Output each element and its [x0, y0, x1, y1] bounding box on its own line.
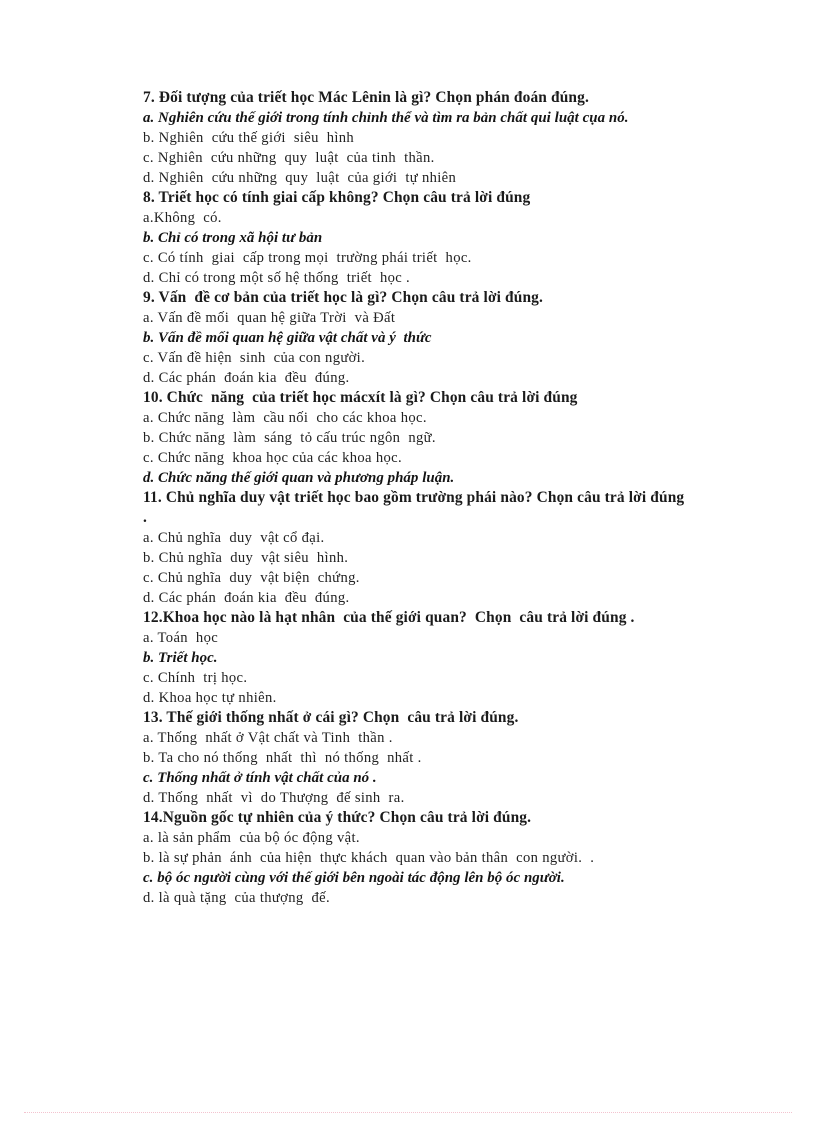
- answer-option: d. Khoa học tự nhiên.: [143, 690, 277, 706]
- answer-option: c. Vấn đề hiện sinh của con người.: [143, 350, 366, 366]
- document-page: 7. Đối tượng của triết học Mác Lênin là …: [0, 0, 816, 1123]
- question-stem: 11. Chủ nghĩa duy vật triết học bao gồm …: [143, 489, 689, 526]
- answer-option: a. Chức năng làm cầu nối cho các khoa họ…: [143, 410, 427, 426]
- answer-option: d. Chỉ có trong một số hệ thống triết họ…: [143, 270, 411, 286]
- answer-option: c. Có tính giai cấp trong mọi trường phá…: [143, 250, 472, 266]
- answer-option: b. Chức năng làm sáng tỏ cấu trúc ngôn n…: [143, 430, 436, 446]
- question-stem: 13. Thế giới thống nhất ở cái gì? Chọn c…: [143, 709, 519, 726]
- answer-option: b. Nghiên cứu thế giới siêu hình: [143, 130, 355, 146]
- answer-option: c. Chủ nghĩa duy vật biện chứng.: [143, 570, 360, 586]
- answer-option-correct: b. Vấn đề mối quan hệ giữa vật chất và ý…: [143, 330, 432, 346]
- answer-option: d. là quà tặng của thượng đế.: [143, 890, 330, 906]
- answer-option-correct: d. Chức năng thế giới quan và phương phá…: [143, 470, 455, 486]
- document-text-body: 7. Đối tượng của triết học Mác Lênin là …: [143, 88, 691, 908]
- answer-option-correct: a. Nghiên cứu thế giới trong tính chỉnh …: [143, 110, 629, 126]
- answer-option: d. Thống nhất vì do Thượng đế sinh ra.: [143, 790, 405, 806]
- footer-divider-rule: [24, 1112, 792, 1114]
- answer-option: d. Các phán đoán kia đều đúng.: [143, 590, 350, 606]
- answer-option: a. Toán học: [143, 630, 219, 646]
- question-stem: 9. Vấn đề cơ bản của triết học là gì? Ch…: [143, 289, 544, 306]
- answer-option: b. là sự phản ánh của hiện thực khách qu…: [143, 850, 595, 866]
- answer-option: c. Chính trị học.: [143, 670, 248, 686]
- question-stem: 7. Đối tượng của triết học Mác Lênin là …: [143, 89, 589, 106]
- answer-option: a. Vấn đề mối quan hệ giữa Trời và Đất: [143, 310, 396, 326]
- answer-option-correct: c. bộ óc người cùng với thế giới bên ngo…: [143, 870, 565, 886]
- question-stem: 10. Chức năng của triết học mácxít là gì…: [143, 389, 578, 406]
- answer-option: c. Chức năng khoa học của các khoa học.: [143, 450, 402, 466]
- answer-option: c. Nghiên cứu những quy luật của tinh th…: [143, 150, 435, 166]
- question-stem: 12.Khoa học nào là hạt nhân của thế giới…: [143, 609, 635, 626]
- answer-option: a. là sản phẩm của bộ óc động vật.: [143, 830, 360, 846]
- answer-option-correct: b. Triết học.: [143, 650, 218, 666]
- answer-option: a.Không có.: [143, 210, 222, 226]
- answer-option-correct: b. Chỉ có trong xã hội tư bản: [143, 230, 323, 246]
- answer-option: a. Thống nhất ở Vật chất và Tinh thần .: [143, 730, 393, 746]
- answer-option: a. Chủ nghĩa duy vật cổ đại.: [143, 530, 325, 546]
- answer-option: b. Chủ nghĩa duy vật siêu hình.: [143, 550, 349, 566]
- question-stem: 8. Triết học có tính giai cấp không? Chọ…: [143, 189, 531, 206]
- answer-option: b. Ta cho nó thống nhất thì nó thống nhấ…: [143, 750, 422, 766]
- answer-option: d. Nghiên cứu những quy luật của giới tự…: [143, 170, 457, 186]
- answer-option-correct: c. Thống nhất ở tính vật chất của nó .: [143, 770, 377, 786]
- answer-option: d. Các phán đoán kia đều đúng.: [143, 370, 350, 386]
- question-stem: 14.Nguồn gốc tự nhiên của ý thức? Chọn c…: [143, 809, 532, 826]
